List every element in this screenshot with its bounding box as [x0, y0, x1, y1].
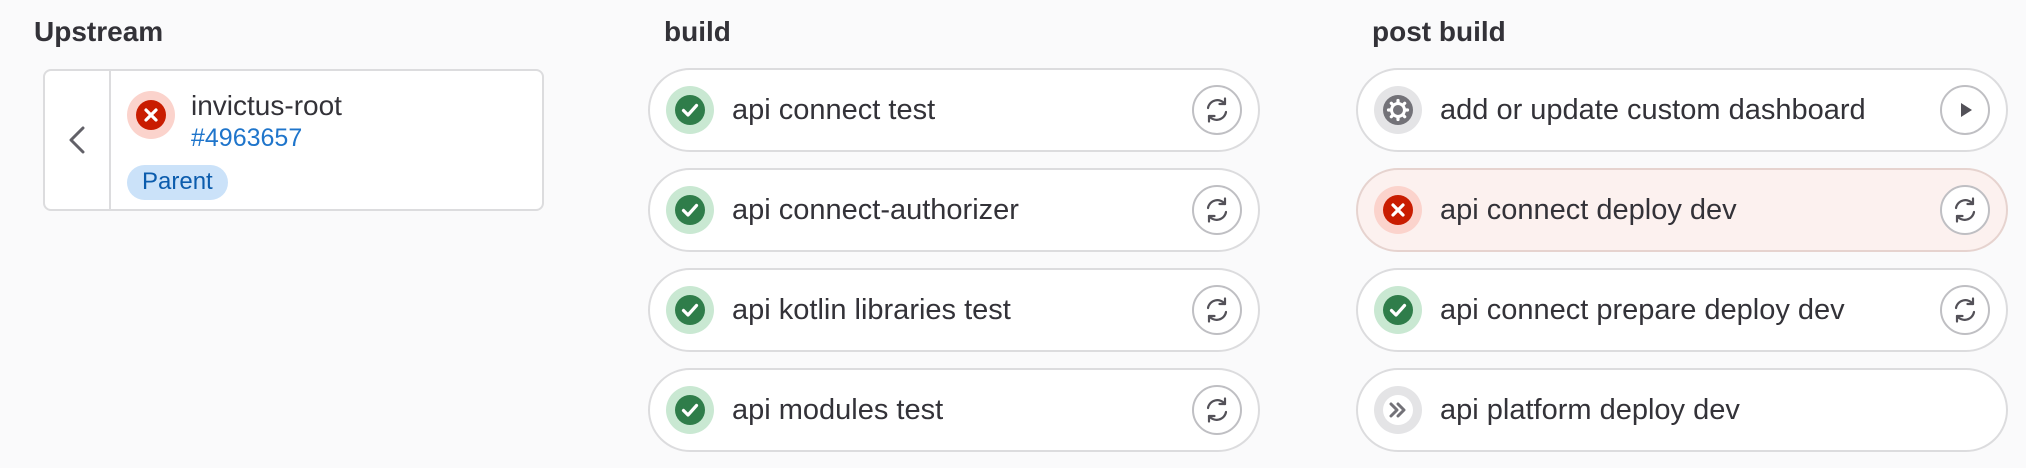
status-success-icon [1374, 286, 1422, 334]
job-item[interactable]: api connect test [648, 68, 1260, 152]
retry-icon [1206, 297, 1228, 323]
job-name: api connect-authorizer [732, 193, 1019, 226]
retry-button[interactable] [1192, 185, 1242, 235]
chevron-left-icon [69, 126, 85, 154]
retry-icon [1954, 297, 1976, 323]
job-item[interactable]: api modules test [648, 368, 1260, 452]
job-item[interactable]: api kotlin libraries test [648, 268, 1260, 352]
retry-icon [1206, 197, 1228, 223]
retry-button[interactable] [1192, 85, 1242, 135]
status-failed-icon [1374, 186, 1422, 234]
status-failed-icon [127, 91, 175, 139]
upstream-pipeline-card: invictus-root #4963657 Parent [43, 69, 544, 211]
stage-title-upstream: Upstream [34, 16, 164, 47]
retry-button[interactable] [1940, 285, 1990, 335]
job-name: api kotlin libraries test [732, 293, 1011, 326]
status-manual-icon [1374, 86, 1422, 134]
job-item[interactable]: api connect-authorizer [648, 168, 1260, 252]
status-success-icon [666, 286, 714, 334]
job-item[interactable]: api connect prepare deploy dev [1356, 268, 2008, 352]
job-item[interactable]: add or update custom dashboard [1356, 68, 2008, 152]
retry-icon [1206, 97, 1228, 123]
retry-button[interactable] [1192, 385, 1242, 435]
job-name: add or update custom dashboard [1440, 93, 1866, 126]
job-name: api connect prepare deploy dev [1440, 293, 1845, 326]
status-success-icon [666, 386, 714, 434]
play-icon [1961, 103, 1972, 117]
status-success-icon [666, 186, 714, 234]
stage-title-post-build: post build [1372, 16, 1506, 47]
parent-badge: Parent [127, 165, 228, 200]
play-button[interactable] [1940, 85, 1990, 135]
job-name: api modules test [732, 393, 944, 426]
retry-button[interactable] [1192, 285, 1242, 335]
status-skipped-icon [1374, 386, 1422, 434]
status-success-icon [666, 86, 714, 134]
retry-icon [1206, 397, 1228, 423]
job-item[interactable]: api platform deploy dev [1356, 368, 2008, 452]
retry-button[interactable] [1940, 185, 1990, 235]
job-item[interactable]: api connect deploy dev [1356, 168, 2008, 252]
collapse-upstream-button[interactable] [45, 71, 111, 209]
job-name: api connect test [732, 93, 936, 126]
job-name: api connect deploy dev [1440, 193, 1737, 226]
stage-title-build: build [664, 16, 731, 47]
retry-icon [1954, 197, 1976, 223]
upstream-pipeline-link[interactable]: #4963657 [191, 123, 342, 153]
upstream-project-name[interactable]: invictus-root [191, 89, 342, 123]
job-name: api platform deploy dev [1440, 393, 1740, 426]
